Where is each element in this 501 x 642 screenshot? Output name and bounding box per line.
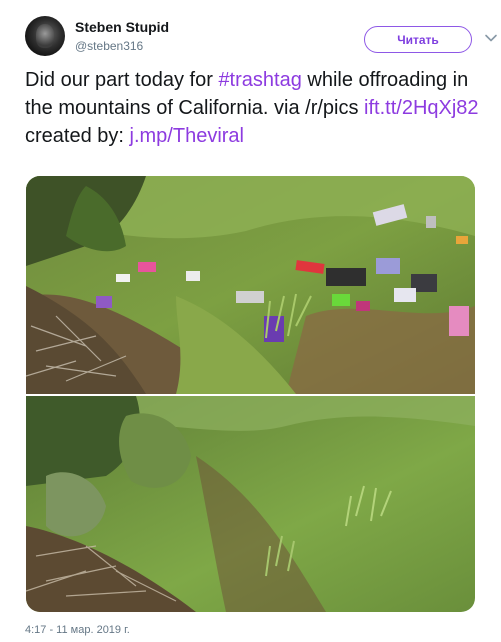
- user-display-name[interactable]: Steben Stupid: [75, 19, 169, 35]
- tweet-media[interactable]: [26, 176, 475, 612]
- photo-trash-before[interactable]: [26, 176, 475, 394]
- tweet-text-part: Did our part today for: [25, 69, 219, 91]
- url-link[interactable]: ift.tt/2HqXj82: [364, 97, 479, 119]
- photo-trash-after[interactable]: [26, 396, 475, 612]
- follow-button[interactable]: Читать: [364, 26, 472, 53]
- user-avatar-icon[interactable]: [25, 16, 65, 56]
- tweet-text: Did our part today for #trashtag while o…: [25, 66, 480, 150]
- hashtag-link[interactable]: #trashtag: [218, 69, 301, 91]
- chevron-down-icon[interactable]: [484, 31, 498, 45]
- tweet-text-part: created by:: [25, 125, 130, 147]
- user-handle[interactable]: @steben316: [75, 39, 143, 53]
- url-link[interactable]: j.mp/Theviral: [130, 125, 244, 147]
- tweet-header: Steben Stupid @steben316 Читать: [25, 16, 497, 60]
- tweet-timestamp[interactable]: 4:17 - 11 мар. 2019 г.: [25, 624, 130, 636]
